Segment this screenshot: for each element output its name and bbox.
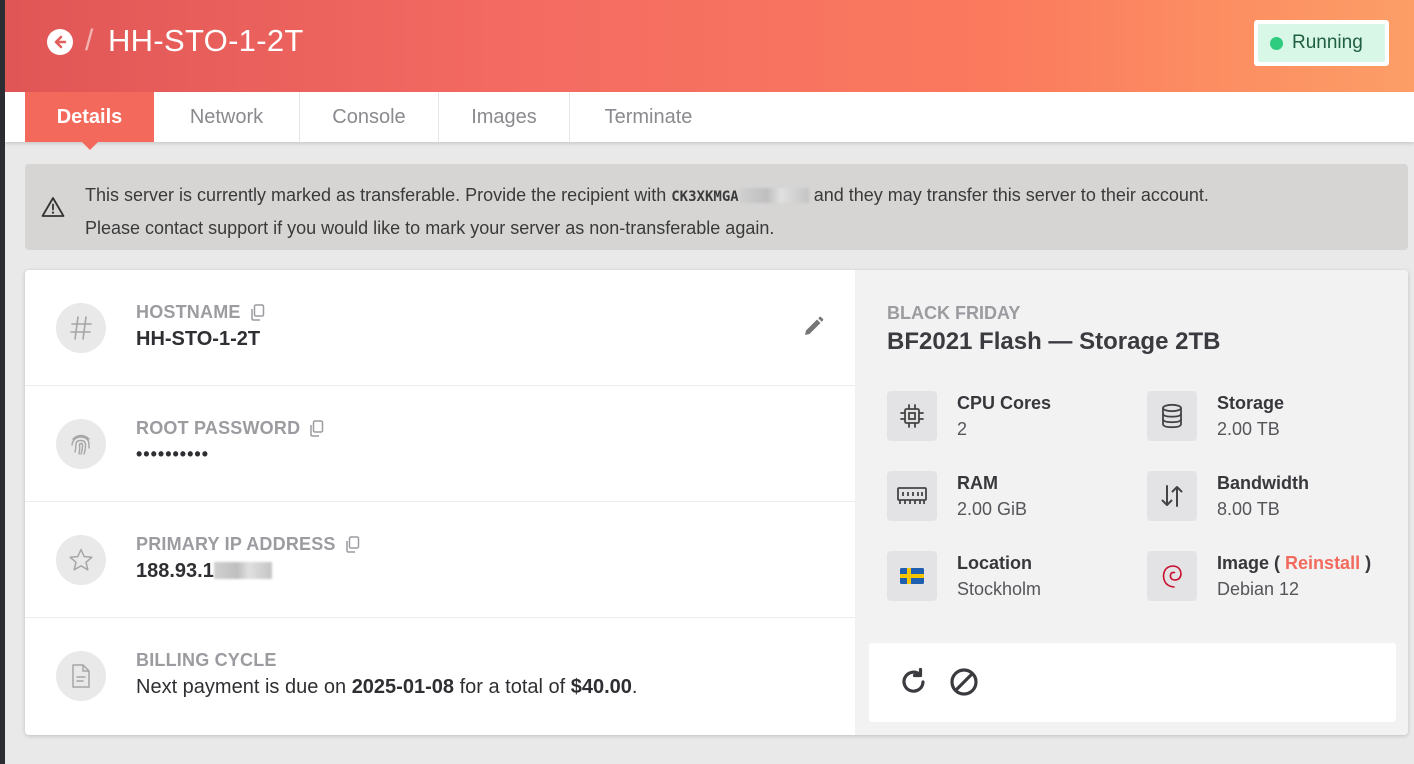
status-dot-icon	[1270, 36, 1283, 50]
image-label-prefix: Image (	[1217, 553, 1281, 573]
tab-bar: Details Network Console Images Terminate	[5, 92, 1414, 150]
notice-line-2: Please contact support if you would like…	[85, 218, 775, 238]
primary-ip-text: 188.93.1	[136, 560, 214, 582]
memory-icon	[887, 471, 937, 521]
status-badge: Running	[1254, 20, 1389, 66]
breadcrumb-separator: /	[85, 24, 94, 57]
notice-text-prefix: This server is currently marked as trans…	[85, 185, 667, 205]
status-text: Running	[1292, 32, 1363, 53]
transfer-arrows-icon	[1147, 471, 1197, 521]
spec-ram: RAM 2.00 GiB	[887, 471, 1127, 523]
spec-bandwidth: Bandwidth 8.00 TB	[1147, 471, 1387, 523]
tab-terminate[interactable]: Terminate	[570, 92, 727, 142]
restart-button[interactable]	[899, 667, 929, 702]
primary-ip-value: 188.93.1	[136, 560, 272, 583]
image-label-suffix: )	[1365, 553, 1372, 573]
image-label: Image ( Reinstall )	[1217, 553, 1371, 574]
stop-button[interactable]	[949, 667, 979, 702]
plan-name: BF2021 Flash — Storage 2TB	[887, 328, 1221, 355]
location-label: Location	[957, 553, 1032, 573]
copy-hostname-icon[interactable]	[250, 304, 265, 321]
spec-location: Location Stockholm	[887, 551, 1127, 603]
plan-column: BLACK FRIDAY BF2021 Flash — Storage 2TB …	[855, 270, 1408, 735]
debian-icon	[1147, 551, 1197, 601]
billing-text-suffix: .	[631, 676, 638, 698]
image-value: Debian 12	[1217, 579, 1300, 599]
tab-images[interactable]: Images	[439, 92, 570, 142]
notice-text-suffix: and they may transfer this server to the…	[813, 185, 1209, 205]
bandwidth-value: 8.00 TB	[1217, 499, 1280, 519]
billing-value: Next payment is due on 2025-01-08 for a …	[136, 676, 637, 699]
spec-storage: Storage 2.00 TB	[1147, 391, 1387, 443]
copy-password-icon[interactable]	[309, 420, 324, 437]
sweden-flag-icon	[887, 551, 937, 601]
cpu-icon	[887, 391, 937, 441]
spec-image: Image ( Reinstall ) Debian 12	[1147, 551, 1387, 603]
tab-details[interactable]: Details	[25, 92, 154, 150]
hash-icon	[56, 303, 106, 353]
root-password-row: ROOT PASSWORD ••••••••••	[25, 386, 855, 502]
tab-console[interactable]: Console	[300, 92, 439, 142]
primary-ip-row: PRIMARY IP ADDRESS 188.93.1	[25, 502, 855, 618]
database-icon	[1147, 391, 1197, 441]
root-password-label: ROOT PASSWORD	[136, 418, 301, 438]
fingerprint-icon	[56, 419, 106, 469]
details-column: HOSTNAME HH-STO-1-2T ROOT PASSWORD •••••…	[25, 270, 855, 735]
ban-icon	[950, 668, 978, 696]
copy-ip-icon[interactable]	[345, 536, 360, 553]
notice-line-1: This server is currently marked as trans…	[85, 180, 1209, 213]
edit-hostname-icon[interactable]	[801, 315, 825, 344]
spec-cpu: CPU Cores 2	[887, 391, 1127, 443]
warning-icon	[41, 197, 65, 217]
arrow-left-circle-icon	[54, 35, 67, 49]
hostname-row: HOSTNAME HH-STO-1-2T	[25, 270, 855, 386]
hostname-value: HH-STO-1-2T	[136, 328, 261, 350]
star-icon	[56, 535, 106, 585]
transfer-notice: This server is currently marked as trans…	[25, 164, 1408, 250]
hostname-label: HOSTNAME	[136, 302, 241, 322]
cpu-label: CPU Cores	[957, 393, 1052, 413]
ram-label: RAM	[957, 473, 998, 493]
document-icon	[56, 651, 106, 701]
billing-row: BILLING CYCLE Next payment is due on 202…	[25, 618, 855, 735]
redacted-block	[738, 188, 809, 203]
cpu-value: 2	[957, 419, 968, 439]
primary-ip-label: PRIMARY IP ADDRESS	[136, 534, 336, 554]
restart-icon	[902, 667, 925, 693]
power-actions	[869, 643, 1396, 722]
bandwidth-label: Bandwidth	[1217, 473, 1309, 493]
billing-label: BILLING CYCLE	[136, 650, 277, 670]
plan-group: BLACK FRIDAY	[887, 303, 1021, 323]
billing-text-prefix: Next payment is due on	[136, 676, 347, 698]
billing-text-mid: for a total of	[459, 676, 566, 698]
tab-network[interactable]: Network	[154, 92, 300, 142]
transfer-code: CK3XKMGA	[671, 189, 739, 205]
root-password-value: ••••••••••	[136, 444, 210, 464]
back-button[interactable]	[47, 29, 73, 55]
ram-value: 2.00 GiB	[957, 499, 1028, 519]
billing-amount: $40.00	[570, 676, 632, 698]
server-details-card: HOSTNAME HH-STO-1-2T ROOT PASSWORD •••••…	[25, 270, 1408, 735]
page-header: / HH-STO-1-2T Running	[5, 0, 1414, 92]
billing-due-date: 2025-01-08	[351, 676, 454, 698]
storage-value: 2.00 TB	[1217, 419, 1280, 439]
location-value: Stockholm	[957, 579, 1042, 599]
reinstall-link[interactable]: Reinstall	[1285, 553, 1360, 573]
redacted-ip-block	[213, 562, 272, 579]
page-title: HH-STO-1-2T	[108, 23, 304, 58]
storage-label: Storage	[1217, 393, 1285, 413]
